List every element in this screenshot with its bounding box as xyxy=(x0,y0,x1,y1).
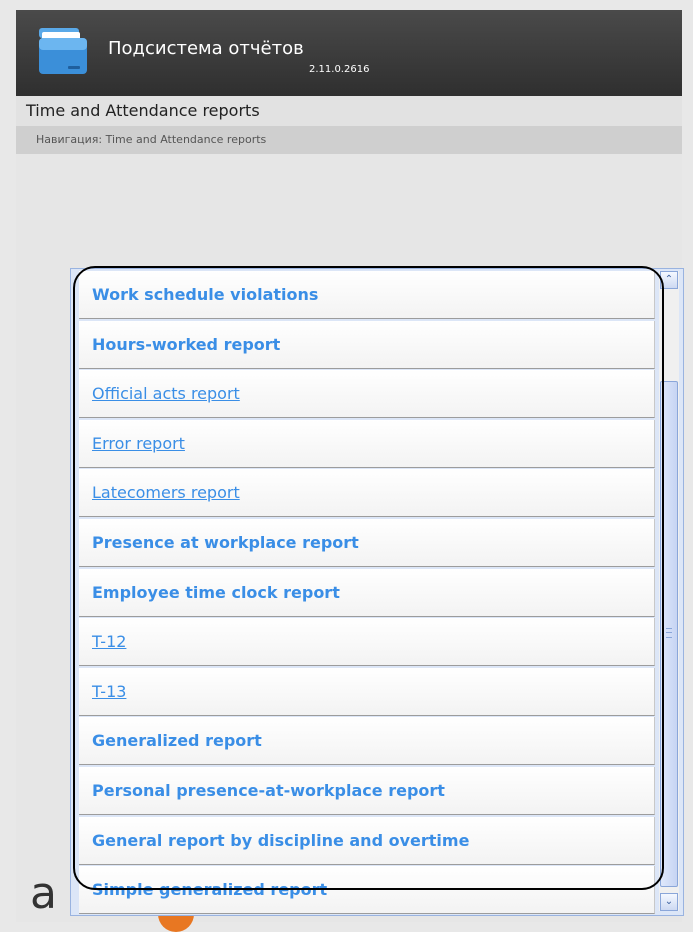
vertical-scrollbar[interactable]: ⌃ ⌄ xyxy=(659,271,679,911)
chevron-up-icon[interactable]: ⌃ xyxy=(660,271,678,289)
report-item[interactable]: Employee time clock report xyxy=(79,568,655,617)
report-item[interactable]: T-13 xyxy=(79,667,655,716)
page-titlebar: Time and Attendance reports xyxy=(16,96,682,127)
report-item[interactable]: Presence at workplace report xyxy=(79,518,655,567)
report-item[interactable]: Personal presence-at-workplace report xyxy=(79,766,655,815)
report-list: Work schedule violations Hours-worked rep… xyxy=(79,271,655,916)
report-item[interactable]: Error report xyxy=(79,419,655,468)
report-item[interactable]: Latecomers report xyxy=(79,469,655,518)
app-title: Подсистема отчётов xyxy=(108,38,304,59)
reports-panel: Work schedule violations Hours-worked rep… xyxy=(70,268,684,916)
report-item[interactable]: Official acts report xyxy=(79,370,655,419)
report-item[interactable]: Generalized report xyxy=(79,717,655,766)
breadcrumb-bar: Навигация: Time and Attendance reports xyxy=(16,127,682,154)
grip-icon xyxy=(666,628,672,638)
scrollbar-thumb[interactable] xyxy=(660,381,678,887)
report-item[interactable]: Work schedule violations xyxy=(79,271,655,319)
folder-icon xyxy=(39,28,87,74)
report-item[interactable]: T-12 xyxy=(79,618,655,667)
app-header: Подсистема отчётов 2.11.0.2616 xyxy=(16,10,682,96)
chevron-down-icon[interactable]: ⌄ xyxy=(660,893,678,911)
page-title: Time and Attendance reports xyxy=(26,101,260,120)
report-item[interactable]: General report by discipline and overtim… xyxy=(79,816,655,865)
company-logo: a xyxy=(30,868,57,919)
breadcrumb: Навигация: Time and Attendance reports xyxy=(36,133,267,146)
report-item[interactable]: Hours-worked report xyxy=(79,320,655,369)
report-item[interactable]: Simple generalized report xyxy=(79,866,655,915)
app-version: 2.11.0.2616 xyxy=(309,64,370,75)
